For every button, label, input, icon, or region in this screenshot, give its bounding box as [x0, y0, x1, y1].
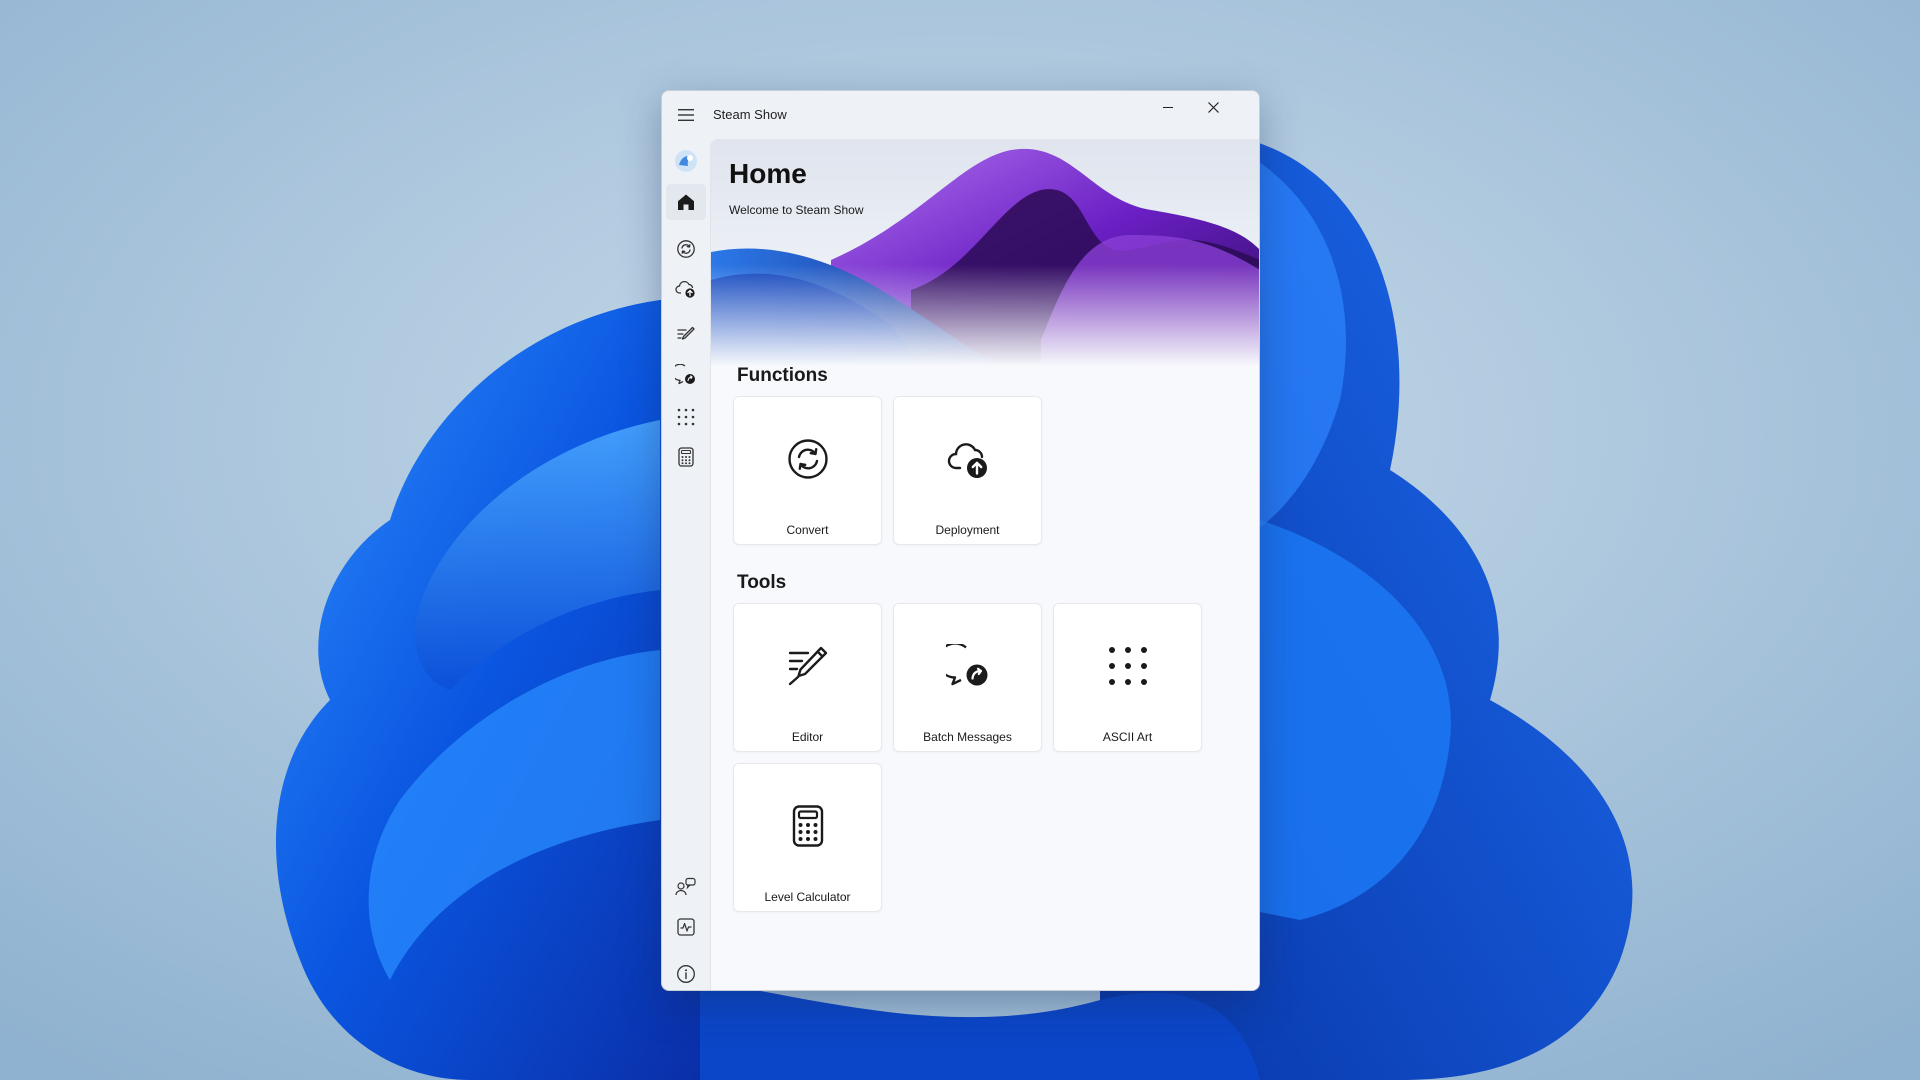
cloud-upload-icon [947, 443, 987, 478]
nav-item-deployment[interactable] [666, 271, 706, 307]
minimize-icon [1163, 107, 1173, 108]
content-page: Home Welcome to Steam Show Functions Con… [710, 139, 1259, 990]
home-icon [678, 194, 694, 210]
edit-icon [677, 326, 695, 340]
sync-icon [677, 240, 695, 258]
tile-label: Batch Messages [923, 730, 1012, 744]
page-subtitle: Welcome to Steam Show [729, 203, 864, 217]
window-title: Steam Show [713, 107, 787, 122]
calculator-icon [678, 447, 694, 467]
hamburger-menu-button[interactable] [672, 101, 700, 129]
functions-section-title: Functions [737, 365, 828, 386]
edit-icon [788, 646, 827, 686]
tools-section-title: Tools [737, 572, 787, 593]
tile-label: Deployment [935, 523, 1000, 537]
pulse-icon [677, 918, 695, 936]
title-bar[interactable]: Steam Show [662, 91, 1259, 139]
calculator-icon [792, 805, 823, 847]
sync-icon [787, 439, 828, 479]
level-calculator-tile[interactable]: Level Calculator [733, 763, 882, 912]
ascii-art-tile[interactable]: ASCII Art [1053, 603, 1202, 752]
page-title: Home [729, 158, 807, 189]
chat-reply-icon [945, 644, 987, 686]
info-icon [677, 965, 695, 983]
nav-item-monitor[interactable] [666, 909, 706, 945]
hamburger-icon [678, 109, 694, 121]
nav-avatar[interactable] [666, 143, 706, 179]
close-icon [1207, 101, 1219, 113]
nav-item-editor[interactable] [666, 317, 706, 353]
tile-label: ASCII Art [1102, 730, 1153, 744]
navigation-rail [662, 139, 710, 990]
tile-label: Editor [791, 730, 824, 744]
nav-item-ascii-art[interactable] [666, 399, 706, 435]
nav-item-convert[interactable] [666, 231, 706, 267]
dot-grid-icon [677, 408, 695, 426]
people-chat-icon [675, 877, 696, 896]
nav-item-batch-messages[interactable] [666, 357, 706, 393]
dot-grid-icon [1108, 647, 1147, 685]
nav-item-home[interactable] [666, 184, 706, 220]
tile-label: Convert [786, 523, 829, 537]
batch-messages-tile[interactable]: Batch Messages [893, 603, 1042, 752]
app-logo-icon [675, 150, 697, 172]
minimize-button[interactable] [1145, 91, 1191, 123]
chat-reply-icon [675, 364, 695, 385]
deployment-tile[interactable]: Deployment [893, 396, 1042, 545]
cloud-upload-icon [675, 280, 695, 298]
convert-tile[interactable]: Convert [733, 396, 882, 545]
nav-item-about[interactable] [666, 956, 706, 990]
nav-item-level-calculator[interactable] [666, 439, 706, 475]
editor-tile[interactable]: Editor [733, 603, 882, 752]
app-window: Steam Show Home Welcome to Steam Show Fu… [661, 90, 1260, 991]
close-button[interactable] [1190, 91, 1236, 123]
nav-item-accounts[interactable] [666, 869, 706, 905]
tile-label: Level Calculator [764, 890, 851, 904]
